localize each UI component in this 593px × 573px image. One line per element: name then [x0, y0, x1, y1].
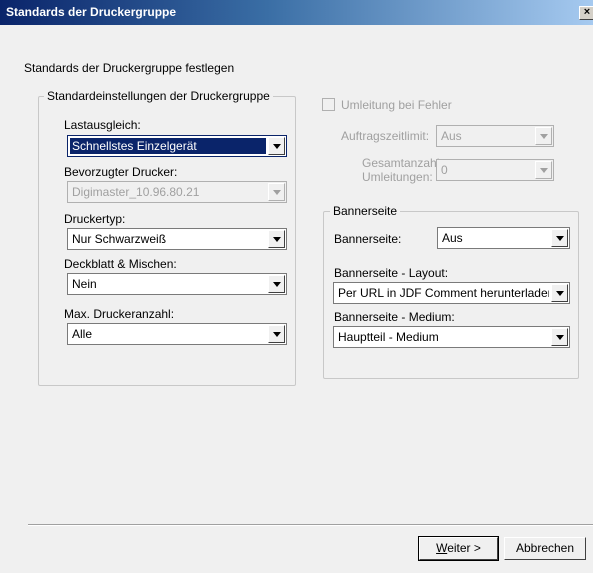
- gesamtanzahl-value: 0: [441, 163, 448, 177]
- chevron-down-icon[interactable]: [268, 230, 285, 248]
- gesamtanzahl-select: 0: [436, 159, 554, 181]
- weiter-label: eiter >: [447, 541, 481, 555]
- bannerseite-layout-value: Per URL in JDF Comment herunterladen: [338, 286, 549, 300]
- lastausgleich-value: Schnellstes Einzelgerät: [70, 138, 266, 154]
- window-title: Standards der Druckergruppe: [6, 5, 177, 19]
- lastausgleich-label: Lastausgleich:: [64, 118, 141, 132]
- bannerseite-select[interactable]: Aus: [437, 227, 570, 249]
- bannerseite-medium-select[interactable]: Hauptteil - Medium: [333, 326, 570, 348]
- bevorzugter-drucker-value: Digimaster_10.96.80.21: [72, 185, 200, 199]
- bevorzugter-drucker-select: Digimaster_10.96.80.21: [67, 181, 287, 203]
- page-heading: Standards der Druckergruppe festlegen: [24, 61, 235, 75]
- max-druckeranzahl-label: Max. Druckeranzahl:: [64, 307, 175, 321]
- chevron-down-icon[interactable]: [268, 137, 285, 155]
- printer-group-defaults-legend: Standardeinstellungen der Druckergruppe: [44, 89, 273, 103]
- chevron-down-icon: [535, 127, 552, 145]
- chevron-down-icon[interactable]: [268, 325, 285, 343]
- auftragszeitlimit-value: Aus: [441, 129, 462, 143]
- chevron-down-icon[interactable]: [551, 284, 568, 302]
- close-button[interactable]: ×: [579, 6, 593, 20]
- bannerseite-layout-label: Bannerseite - Layout:: [334, 266, 449, 280]
- weiter-button[interactable]: Weiter >: [418, 536, 499, 561]
- bevorzugter-drucker-label: Bevorzugter Drucker:: [64, 165, 178, 179]
- bannerseite-label: Bannerseite:: [334, 232, 402, 246]
- deckblatt-label: Deckblatt & Mischen:: [64, 257, 177, 271]
- druckertyp-label: Druckertyp:: [64, 212, 126, 226]
- bannerseite-value: Aus: [442, 231, 463, 245]
- gesamtanzahl-label-1: Gesamtanzahl: [362, 156, 440, 170]
- druckertyp-value: Nur Schwarzweiß: [72, 232, 167, 246]
- umleitung-label: Umleitung bei Fehler: [341, 98, 452, 112]
- gesamtanzahl-label-2: Umleitungen:: [362, 170, 433, 184]
- max-druckeranzahl-value: Alle: [72, 327, 93, 341]
- deckblatt-value: Nein: [72, 277, 97, 291]
- weiter-mnemonic: W: [436, 541, 448, 555]
- chevron-down-icon[interactable]: [551, 229, 568, 247]
- bannerseite-legend: Bannerseite: [330, 204, 401, 218]
- max-druckeranzahl-select[interactable]: Alle: [67, 323, 287, 345]
- bannerseite-layout-select[interactable]: Per URL in JDF Comment herunterladen: [333, 282, 570, 304]
- lastausgleich-select[interactable]: Schnellstes Einzelgerät: [67, 135, 287, 157]
- druckertyp-select[interactable]: Nur Schwarzweiß: [67, 228, 287, 250]
- deckblatt-select[interactable]: Nein: [67, 273, 287, 295]
- chevron-down-icon[interactable]: [268, 275, 285, 293]
- dialog-window: Standards der Druckergruppe × Standards …: [0, 0, 593, 573]
- footer-separator: [28, 524, 593, 526]
- auftragszeitlimit-select: Aus: [436, 125, 554, 147]
- chevron-down-icon: [535, 161, 552, 179]
- bannerseite-medium-value: Hauptteil - Medium: [338, 330, 439, 344]
- auftragszeitlimit-label: Auftragszeitlimit:: [341, 129, 430, 143]
- chevron-down-icon[interactable]: [551, 328, 568, 346]
- title-bar: Standards der Druckergruppe ×: [0, 0, 593, 25]
- abbrechen-button[interactable]: Abbrechen: [504, 537, 586, 560]
- bannerseite-medium-label: Bannerseite - Medium:: [334, 310, 455, 324]
- umleitung-checkbox: [322, 98, 335, 111]
- chevron-down-icon: [268, 183, 285, 201]
